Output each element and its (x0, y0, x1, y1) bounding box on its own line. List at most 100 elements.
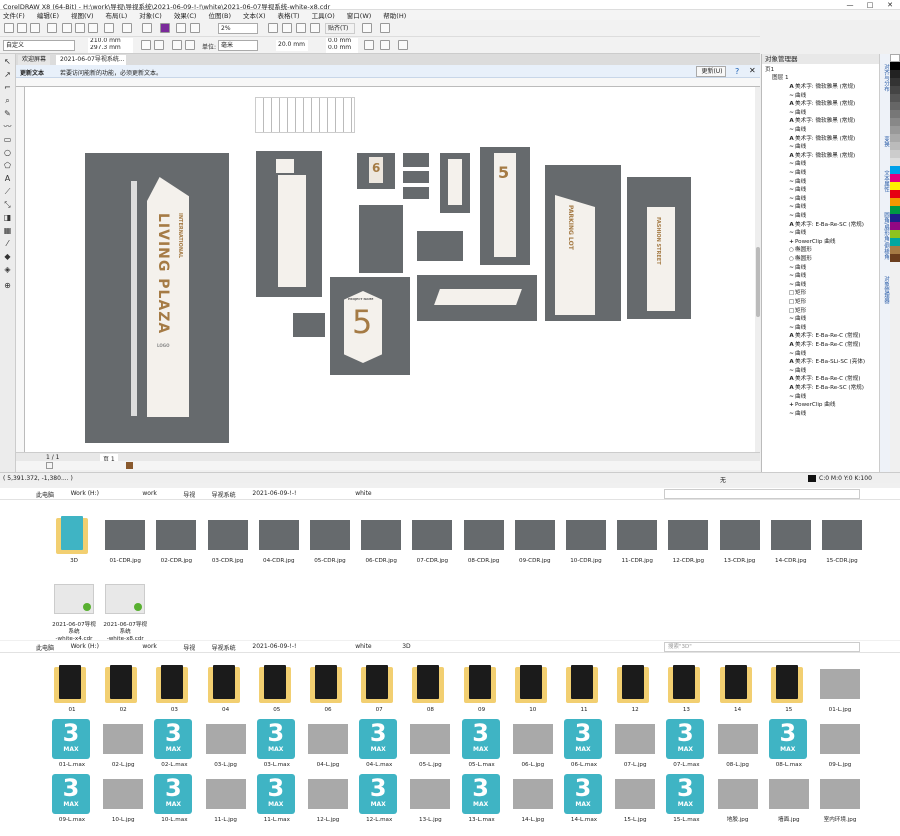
export-icon[interactable] (190, 23, 200, 33)
swatch[interactable] (890, 134, 900, 142)
guidelines-icon[interactable] (310, 23, 320, 33)
object-row[interactable]: ~曲线 (762, 178, 880, 187)
file-item[interactable]: 05 (251, 661, 301, 721)
breadcrumb-item[interactable]: white (355, 490, 371, 497)
application-launcher-icon[interactable] (380, 23, 390, 33)
object-row[interactable]: ~曲线 (762, 315, 880, 324)
object-row[interactable]: ○椭圆形 (762, 246, 880, 255)
file-item[interactable]: 09 (456, 661, 506, 721)
file-item[interactable]: 2021-06-07导视 系统 -white-x8.cdr (99, 576, 149, 642)
file-item[interactable]: 3 MAX 15-L.max (660, 771, 710, 831)
file-item[interactable]: 02-L.jpg (97, 716, 147, 776)
file-item[interactable]: 14-CDR.jpg (765, 512, 815, 572)
file-item[interactable]: 01-L.jpg (814, 661, 864, 721)
swatch-green[interactable] (890, 206, 900, 214)
object-row[interactable]: A美术字: E-Ba-Re-SC (常规) (762, 221, 880, 230)
file-item[interactable]: 05-L.jpg (404, 716, 454, 776)
menu-help[interactable]: 帮助(H) (383, 10, 406, 20)
smart-fill-icon[interactable]: ◈ (3, 266, 12, 274)
close-button[interactable]: ✕ (880, 0, 900, 10)
file-item[interactable]: 地胶.jpg (712, 771, 762, 831)
swatch-red[interactable] (890, 190, 900, 198)
breadcrumb-item[interactable]: Work (H:) (71, 643, 99, 650)
align-page-icon[interactable] (380, 40, 390, 50)
file-item[interactable]: 08-L.jpg (712, 716, 762, 776)
object-row[interactable]: ○椭圆形 (762, 255, 880, 264)
menu-table[interactable]: 表格(T) (278, 10, 300, 20)
help-icon[interactable]: ? (735, 67, 739, 76)
eyedropper-icon[interactable]: ⁄ (3, 240, 12, 248)
options-gear-icon[interactable] (362, 23, 372, 33)
breadcrumb-item[interactable]: 3D (402, 643, 410, 650)
tab-align-distribute[interactable]: 对齐与分布 (881, 64, 890, 92)
maximize-button[interactable]: □ (860, 0, 880, 10)
full-screen-icon[interactable] (268, 23, 278, 33)
file-item[interactable]: 10-L.jpg (97, 771, 147, 831)
file-item[interactable]: 03 (148, 661, 198, 721)
object-row[interactable]: A美术字: 微软雅黑 (常规) (762, 117, 880, 126)
swatch[interactable] (890, 126, 900, 134)
page-setup-icon[interactable] (398, 40, 408, 50)
swatch[interactable] (890, 118, 900, 126)
treat-as-filled-icon[interactable] (364, 40, 374, 50)
paste-icon[interactable] (88, 23, 98, 33)
object-row[interactable]: A美术字: E-Ba-Re-SC (常规) (762, 384, 880, 393)
file-item[interactable]: 02 (97, 661, 147, 721)
object-row[interactable]: A美术字: 微软雅黑 (常规) (762, 100, 880, 109)
snap-to-dropdown[interactable]: 贴齐(T) (325, 23, 355, 34)
address-bar-3d[interactable]: 此电脑 Work (H:) work 导视 导视系统 2021-06-09-!-! whit… (0, 641, 900, 653)
swatch[interactable] (890, 150, 900, 158)
file-item[interactable]: 3 MAX 05-L.max (456, 716, 506, 776)
file-item[interactable]: 09-CDR.jpg (509, 512, 559, 572)
file-item[interactable]: 14-L.jpg (507, 771, 557, 831)
pick-tool-icon[interactable]: ↖ (3, 58, 12, 66)
object-row[interactable]: ~曲线 (762, 272, 880, 281)
portrait-icon[interactable] (141, 40, 151, 50)
file-item[interactable]: 14 (712, 661, 762, 721)
landscape-icon[interactable] (154, 40, 164, 50)
file-item[interactable]: 01 (46, 661, 96, 721)
file-item[interactable]: 08-CDR.jpg (458, 512, 508, 572)
search-box-3d[interactable]: 搜索"3D" (664, 642, 860, 652)
swatch[interactable] (890, 142, 900, 150)
breadcrumb-item[interactable]: white (355, 643, 371, 650)
object-row[interactable]: A美术字: E-Ba-SLi-SC (亮体) (762, 358, 880, 367)
object-row[interactable]: ~曲线 (762, 186, 880, 195)
object-row[interactable]: ~曲线 (762, 126, 880, 135)
object-row[interactable]: ~曲线 (762, 109, 880, 118)
breadcrumb-item[interactable]: work (142, 490, 157, 497)
object-row[interactable]: ~曲线 (762, 203, 880, 212)
rulers-icon[interactable] (282, 23, 292, 33)
object-row[interactable]: ~曲线 (762, 393, 880, 402)
object-row[interactable]: ~曲线 (762, 229, 880, 238)
swatch-teal[interactable] (890, 238, 900, 246)
file-item[interactable]: 墙面.jpg (763, 771, 813, 831)
menu-text[interactable]: 文本(X) (243, 10, 266, 20)
breadcrumb-item[interactable]: 导视系统 (212, 490, 236, 499)
file-item[interactable]: 3 MAX 06-L.max (558, 716, 608, 776)
drawing-canvas[interactable]: LIVING PLAZA INTERNATIONAL LOGO 6 5 PARK… (25, 87, 755, 452)
object-row[interactable]: A美术字: E-Ba-Re-C (常规) (762, 375, 880, 384)
swatch-cyan[interactable] (890, 166, 900, 174)
menu-effects[interactable]: 效果(C) (174, 10, 197, 20)
drop-shadow-icon[interactable]: ◨ (3, 214, 12, 222)
file-item[interactable]: 12 (609, 661, 659, 721)
object-row[interactable]: +PowerClip 曲线 (762, 401, 880, 410)
object-row[interactable]: □矩形 (762, 307, 880, 316)
rectangle-tool-icon[interactable]: ▭ (3, 136, 12, 144)
file-item[interactable]: 12-CDR.jpg (662, 512, 712, 572)
object-row[interactable]: ~曲线 (762, 367, 880, 376)
zoom-level-field[interactable]: 2% (218, 23, 258, 34)
swatch-black[interactable] (890, 62, 900, 70)
file-item[interactable]: 室内环境.jpg (814, 771, 864, 831)
file-item[interactable]: 13-CDR.jpg (714, 512, 764, 572)
file-item[interactable]: 07-L.jpg (609, 716, 659, 776)
swatch-purple[interactable] (890, 222, 900, 230)
file-item[interactable]: 3 MAX 14-L.max (558, 771, 608, 831)
object-row[interactable]: ~曲线 (762, 281, 880, 290)
file-item[interactable]: 3 MAX 07-L.max (660, 716, 710, 776)
object-row[interactable]: ~曲线 (762, 195, 880, 204)
file-item[interactable]: 11 (558, 661, 608, 721)
swatch[interactable] (890, 70, 900, 78)
address-bar[interactable]: 此电脑 Work (H:) work 导视 导视系统 2021-06-09-!-! whit… (0, 488, 900, 500)
